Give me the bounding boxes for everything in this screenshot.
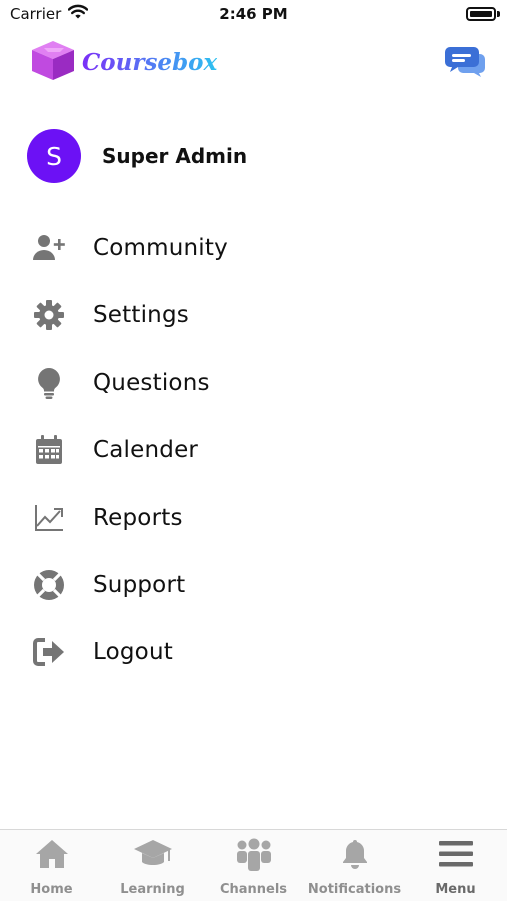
add-user-icon (32, 231, 66, 265)
menu-item-support[interactable]: Support (0, 555, 507, 615)
menu-label-community: Community (93, 235, 228, 261)
tab-label-notifications: Notifications (307, 882, 402, 897)
menu-label-logout: Logout (93, 639, 173, 665)
menu-item-settings[interactable]: Settings (0, 285, 507, 345)
tab-learning[interactable]: Learning (102, 830, 203, 901)
tab-label-home: Home (30, 882, 73, 897)
menu-item-questions[interactable]: Questions (0, 353, 507, 413)
bell-icon (304, 838, 405, 872)
tab-notifications[interactable]: Notifications (304, 830, 405, 901)
clock-time: 2:46 PM (219, 5, 288, 23)
line-chart-icon (32, 501, 66, 535)
home-icon (1, 838, 102, 872)
lifebuoy-icon (32, 568, 66, 602)
tab-label-menu: Menu (435, 882, 476, 897)
bottom-tab-bar: Home Learning Channels Notifications Men… (0, 829, 507, 901)
menu-item-calender[interactable]: Calender (0, 420, 507, 480)
logout-icon (32, 635, 66, 669)
graduation-cap-icon (102, 838, 203, 872)
chat-button[interactable] (444, 46, 486, 78)
lightbulb-icon (32, 366, 66, 400)
menu-label-questions: Questions (93, 370, 210, 396)
battery-tip (497, 11, 500, 17)
tab-label-channels: Channels (219, 882, 288, 897)
menu-label-calender: Calender (93, 437, 199, 463)
menu-item-community[interactable]: Community (0, 218, 507, 278)
menu-item-reports[interactable]: Reports (0, 488, 507, 548)
logo-text: Coursebox (82, 48, 218, 76)
status-bar: Carrier 2:46 PM (0, 0, 507, 30)
tab-menu[interactable]: Menu (405, 830, 506, 901)
chat-bubbles-icon (444, 47, 486, 82)
gear-icon (32, 298, 66, 332)
calendar-icon (32, 433, 66, 467)
user-profile[interactable]: S Super Admin (27, 128, 247, 184)
avatar: S (27, 129, 81, 183)
avatar-letter: S (46, 141, 62, 171)
tab-label-learning: Learning (120, 882, 185, 897)
battery-icon (466, 7, 496, 21)
group-icon (203, 838, 304, 872)
cube-logo-icon (30, 39, 76, 85)
menu-label-settings: Settings (93, 302, 189, 328)
app-logo[interactable]: Coursebox (30, 40, 217, 84)
tab-home[interactable]: Home (1, 830, 102, 901)
menu-label-reports: Reports (93, 505, 183, 531)
tab-channels[interactable]: Channels (203, 830, 304, 901)
menu-item-logout[interactable]: Logout (0, 622, 507, 682)
app-header: Coursebox (0, 30, 507, 100)
menu-label-support: Support (93, 572, 186, 598)
hamburger-menu-icon (405, 838, 506, 872)
profile-name: Super Admin (102, 144, 248, 168)
